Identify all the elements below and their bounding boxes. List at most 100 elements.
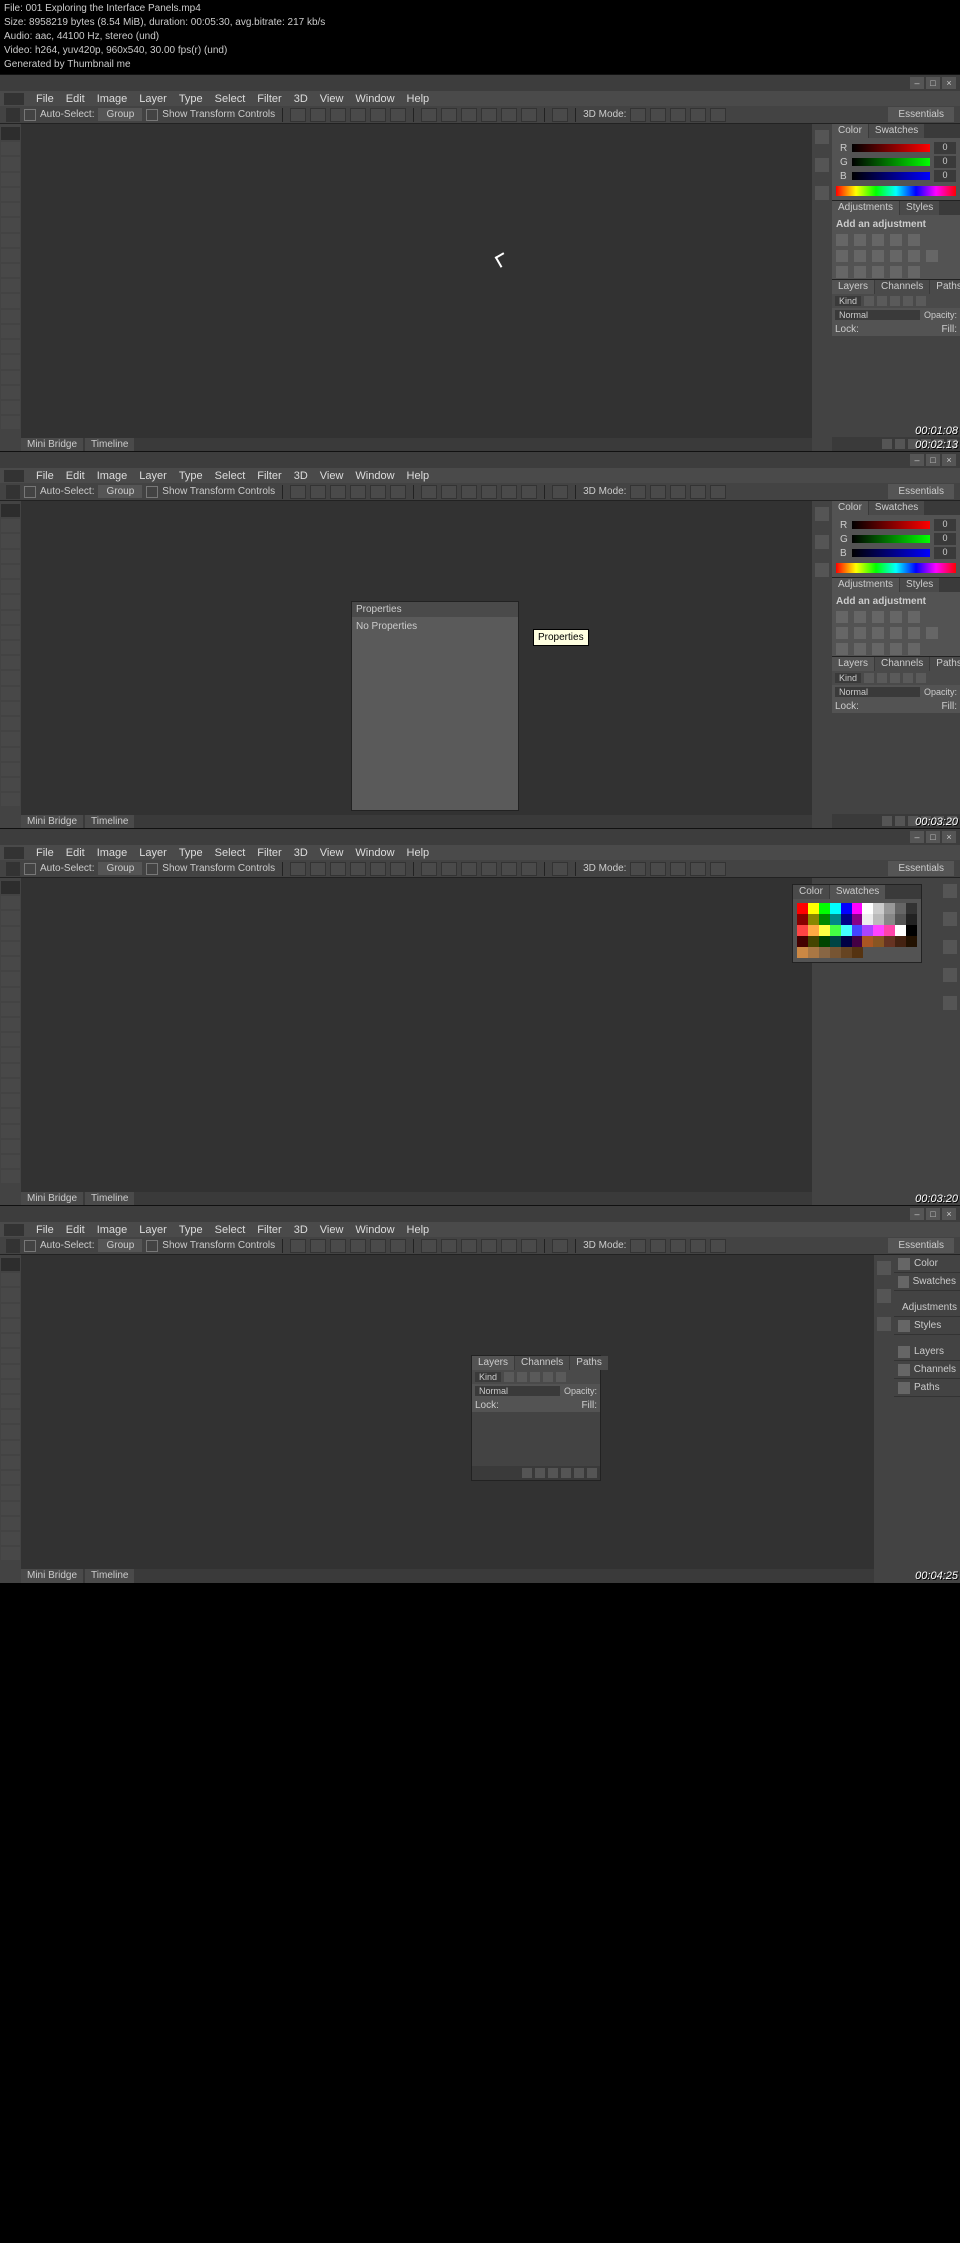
distribute-icon[interactable] xyxy=(441,108,457,122)
menu-window[interactable]: Window xyxy=(349,93,400,105)
maximize-button[interactable]: □ xyxy=(926,454,940,466)
menu-type[interactable]: Type xyxy=(173,93,209,105)
close-button[interactable]: × xyxy=(942,831,956,843)
adj-icon[interactable] xyxy=(872,266,884,278)
heal-tool[interactable] xyxy=(1,595,20,608)
adj-icon[interactable] xyxy=(908,234,920,246)
adjustments-tab[interactable]: Adjustments xyxy=(832,201,899,215)
workspace-selector[interactable]: Essentials xyxy=(888,107,954,122)
g-slider[interactable] xyxy=(852,535,930,543)
distribute-icon[interactable] xyxy=(521,108,537,122)
distribute-icon[interactable] xyxy=(461,108,477,122)
adj-icon[interactable] xyxy=(926,250,938,262)
adj-icon[interactable] xyxy=(890,250,902,262)
swatches-tab[interactable]: Swatches xyxy=(869,124,924,138)
paths-tab[interactable]: Paths xyxy=(930,657,960,671)
minibridge-tab[interactable]: Mini Bridge xyxy=(21,815,83,829)
layers-tab[interactable]: Layers xyxy=(832,657,874,671)
swatches-tab[interactable]: Swatches xyxy=(869,501,924,515)
timeline-tab[interactable]: Timeline xyxy=(85,815,134,829)
menu-view[interactable]: View xyxy=(314,93,350,105)
zoom-tool[interactable] xyxy=(1,793,20,806)
menu-edit[interactable]: Edit xyxy=(60,93,91,105)
menu-file[interactable]: File xyxy=(30,93,60,105)
adj-icon[interactable] xyxy=(872,234,884,246)
menu-image[interactable]: Image xyxy=(91,93,134,105)
group-select[interactable]: Group xyxy=(98,108,142,121)
stamp-tool[interactable] xyxy=(1,249,20,262)
color-tab[interactable]: Color xyxy=(832,501,868,515)
eyedropper-tool[interactable] xyxy=(1,580,20,593)
color-tab[interactable]: Color xyxy=(832,124,868,138)
collapsed-channels[interactable]: Channels xyxy=(894,1361,960,1379)
wand-tool[interactable] xyxy=(1,550,20,563)
adj-icon[interactable] xyxy=(872,250,884,262)
menu-file[interactable]: File xyxy=(30,470,60,482)
collapsed-layers[interactable]: Layers xyxy=(894,1343,960,1361)
kind-select[interactable]: Kind xyxy=(835,296,861,306)
align-icon[interactable] xyxy=(370,108,386,122)
menu-filter[interactable]: Filter xyxy=(251,93,287,105)
adj-icon[interactable] xyxy=(836,266,848,278)
adj-icon[interactable] xyxy=(908,250,920,262)
dodge-tool[interactable] xyxy=(1,325,20,338)
blur-tool[interactable] xyxy=(1,687,20,700)
blend-select[interactable]: Normal xyxy=(835,310,920,320)
character-icon[interactable] xyxy=(815,186,829,200)
crop-tool[interactable] xyxy=(1,188,20,201)
menu-filter[interactable]: Filter xyxy=(251,470,287,482)
align-icon[interactable] xyxy=(390,108,406,122)
swatches-grid[interactable] xyxy=(793,899,921,962)
properties-icon[interactable] xyxy=(815,158,829,172)
showtransform-checkbox[interactable] xyxy=(146,109,158,121)
maximize-button[interactable]: □ xyxy=(926,831,940,843)
fx-icon[interactable] xyxy=(882,439,892,449)
r-slider[interactable] xyxy=(852,144,930,152)
menu-type[interactable]: Type xyxy=(173,470,209,482)
path-tool[interactable] xyxy=(1,371,20,384)
channels-tab[interactable]: Channels xyxy=(875,657,929,671)
pen-tool[interactable] xyxy=(1,340,20,353)
workspace-selector[interactable]: Essentials xyxy=(888,484,954,499)
minimize-button[interactable]: – xyxy=(910,454,924,466)
close-button[interactable]: × xyxy=(942,77,956,89)
3d-icon[interactable] xyxy=(710,108,726,122)
marquee-tool[interactable] xyxy=(1,519,20,532)
collapsed-styles[interactable]: Styles xyxy=(894,1317,960,1335)
channels-tab[interactable]: Channels xyxy=(515,1356,569,1370)
menu-view[interactable]: View xyxy=(314,470,350,482)
stamp-tool[interactable] xyxy=(1,626,20,639)
3d-icon[interactable] xyxy=(690,108,706,122)
timeline-tab[interactable]: Timeline xyxy=(85,438,134,452)
minibridge-tab[interactable]: Mini Bridge xyxy=(21,438,83,452)
color-swatches[interactable] xyxy=(0,434,21,452)
collapsed-paths[interactable]: Paths xyxy=(894,1379,960,1397)
color-tab[interactable]: Color xyxy=(793,885,829,899)
gradient-tool[interactable] xyxy=(1,671,20,684)
gradient-tool[interactable] xyxy=(1,294,20,307)
canvas-area[interactable]: Properties No Properties Properties Mini… xyxy=(21,501,812,829)
maximize-button[interactable]: □ xyxy=(926,77,940,89)
wand-tool[interactable] xyxy=(1,173,20,186)
adjustments-tab[interactable]: Adjustments xyxy=(832,578,899,592)
b-slider[interactable] xyxy=(852,549,930,557)
align-icon[interactable] xyxy=(350,108,366,122)
zoom-tool[interactable] xyxy=(1,416,20,429)
type-tool[interactable] xyxy=(1,355,20,368)
distribute-icon[interactable] xyxy=(501,108,517,122)
r-slider[interactable] xyxy=(852,521,930,529)
marquee-tool[interactable] xyxy=(1,142,20,155)
3d-icon[interactable] xyxy=(650,108,666,122)
align-icon[interactable] xyxy=(330,108,346,122)
menu-layer[interactable]: Layer xyxy=(133,470,173,482)
eraser-tool[interactable] xyxy=(1,279,20,292)
styles-tab[interactable]: Styles xyxy=(900,201,939,215)
3d-icon[interactable] xyxy=(670,108,686,122)
autoselect-checkbox[interactable] xyxy=(24,486,36,498)
color-swatches[interactable] xyxy=(0,811,21,829)
menu-help[interactable]: Help xyxy=(401,470,436,482)
canvas-area[interactable]: Mini Bridge Timeline xyxy=(21,124,812,452)
path-tool[interactable] xyxy=(1,748,20,761)
adj-icon[interactable] xyxy=(854,250,866,262)
minimize-button[interactable]: – xyxy=(910,77,924,89)
